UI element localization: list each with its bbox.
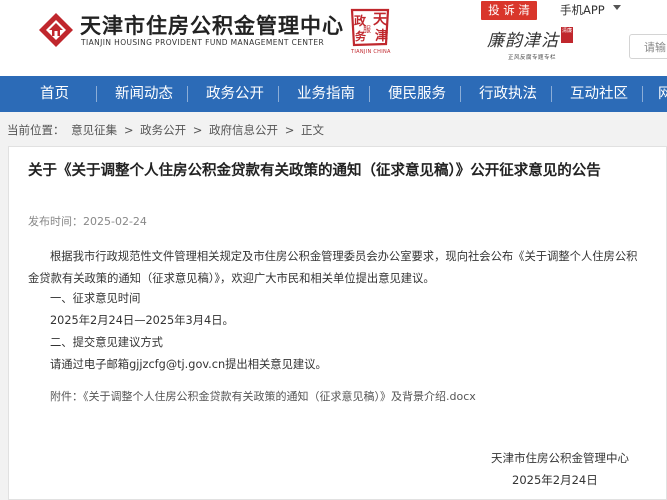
attachment-link[interactable]: 《关于调整个人住房公积金贷款有关政策的通知（征求意见稿）》及背景介绍.docx xyxy=(83,390,476,403)
breadcrumb-separator: > xyxy=(284,123,295,137)
nav-divider xyxy=(96,86,97,102)
article-paragraph: 根据我市行政规范性文件管理相关规定及市住房公积金管理委员会办公室要求，现向社会公… xyxy=(28,250,638,285)
publish-date-label: 发布时间： xyxy=(28,215,83,228)
nav-community[interactable]: 互动社区 xyxy=(570,76,628,112)
sign-date: 2025年2月24日 xyxy=(512,473,598,487)
signer: 天津市住房公积金管理中心 xyxy=(491,451,629,465)
nav-divider xyxy=(369,86,370,102)
breadcrumb-item-gov-info[interactable]: 政府信息公开 xyxy=(209,123,278,137)
nav-more[interactable]: 网 xyxy=(658,76,667,112)
integrity-column-slogan: 正风反腐专题专栏 xyxy=(508,55,557,61)
complaint-list-button[interactable]: 投 诉 清 单 xyxy=(481,1,537,36)
breadcrumb-separator: > xyxy=(192,123,203,137)
publish-date-value: 2025-02-24 xyxy=(83,215,147,228)
site-title-en: TIANJIN HOUSING PROVIDENT FUND MANAGEMEN… xyxy=(81,38,325,47)
breadcrumb-label: 当前位置： xyxy=(7,123,65,137)
breadcrumb-item-gov-affairs[interactable]: 政务公开 xyxy=(140,123,186,137)
nav-divider xyxy=(642,86,643,102)
site-header: 天津市住房公积金管理中心 TIANJIN HOUSING PROVIDENT F… xyxy=(0,0,667,76)
breadcrumb-item-current: 正文 xyxy=(301,123,325,137)
nav-gov-affairs[interactable]: 政务公开 xyxy=(206,76,264,112)
article-card: 关于《关于调整个人住房公积金贷款有关政策的通知（征求意见稿）》公开征求意见的公告… xyxy=(8,146,667,500)
main-nav: 首页 新闻动态 政务公开 业务指南 便民服务 行政执法 互动社区 网 xyxy=(0,76,667,112)
site-title-cn[interactable]: 天津市住房公积金管理中心 xyxy=(80,10,344,40)
article-title: 关于《关于调整个人住房公积金贷款有关政策的通知（征求意见稿）》公开征求意见的公告 xyxy=(28,163,601,179)
integrity-column-calligraphy[interactable]: 廉韵津沽 xyxy=(487,26,559,51)
section-body: 请通过电子邮箱gjjzcfg@tj.gov.cn提出相关意见建议。 xyxy=(50,358,327,371)
publish-date: 发布时间：2025-02-24 xyxy=(28,213,147,229)
nav-enforcement[interactable]: 行政执法 xyxy=(479,76,537,112)
breadcrumb-separator: > xyxy=(123,123,134,137)
nav-services[interactable]: 便民服务 xyxy=(388,76,446,112)
mobile-app-link[interactable]: 手机APP xyxy=(560,2,605,18)
nav-news[interactable]: 新闻动态 xyxy=(115,76,173,112)
breadcrumb-item-opinion[interactable]: 意见征集 xyxy=(71,123,117,137)
calligraphy-seal-icon: 清廉 xyxy=(561,27,573,43)
nav-home[interactable]: 首页 xyxy=(40,76,69,112)
nav-divider xyxy=(460,86,461,102)
section-heading: 二、提交意见建议方式 xyxy=(50,336,163,349)
seal-char: 津 xyxy=(375,28,388,44)
nav-divider xyxy=(187,86,188,102)
nav-divider xyxy=(551,86,552,102)
seal-char: 服 xyxy=(363,25,371,34)
breadcrumb: 当前位置： 意见征集 > 政务公开 > 政府信息公开 > 正文 xyxy=(7,122,327,138)
search-input[interactable]: 请输 xyxy=(629,34,667,59)
housing-fund-logo-icon xyxy=(39,13,73,47)
tianjin-government-seal-icon: 天 津 政 务 服 xyxy=(350,8,390,47)
chevron-down-icon[interactable] xyxy=(613,5,621,10)
attachment-label: 附件： xyxy=(50,390,83,403)
attachment: 附件：《关于调整个人住房公积金贷款有关政策的通知（征求意见稿）》及背景介绍.do… xyxy=(50,388,476,404)
section-body: 2025年2月24日—2025年3月4日。 xyxy=(50,314,234,327)
section-heading: 一、征求意见时间 xyxy=(50,292,141,305)
nav-divider xyxy=(278,86,279,102)
seal-char: 天 xyxy=(373,12,388,28)
nav-guide[interactable]: 业务指南 xyxy=(297,76,355,112)
seal-caption: TIANJIN CHINA xyxy=(351,49,391,55)
